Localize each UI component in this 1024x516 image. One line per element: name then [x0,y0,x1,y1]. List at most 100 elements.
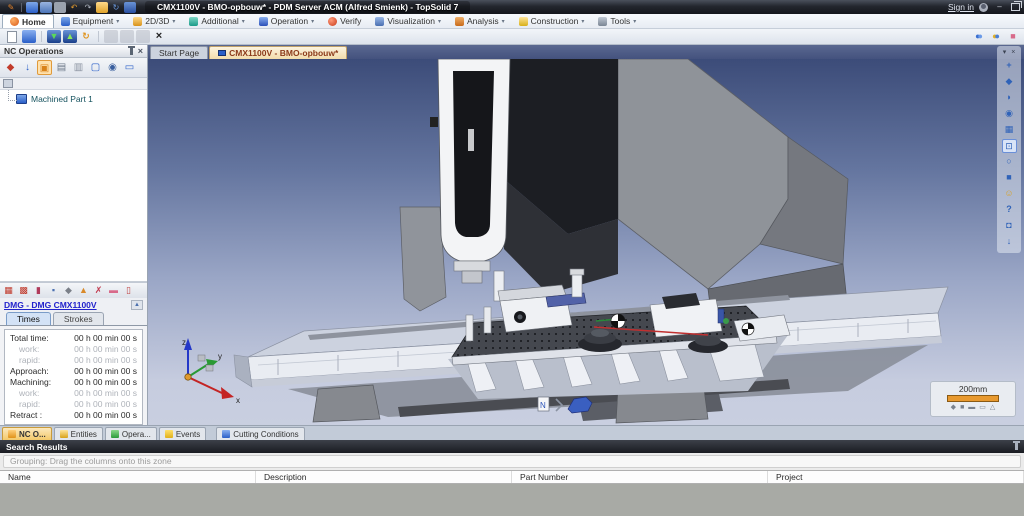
briefcase-icon[interactable] [124,2,136,13]
column-header-name[interactable]: Name [0,471,256,483]
routing-icon[interactable]: ▦ [2,284,15,297]
fit-view-icon[interactable]: ↓ [1002,235,1017,249]
zoom-region-icon[interactable]: ⊡ [1002,139,1017,153]
check-out-icon[interactable]: ▲ [63,30,77,43]
tooling-icon[interactable]: ◆ [3,60,18,75]
help-icon[interactable]: ? [1002,203,1017,217]
multi-view-icon[interactable]: ▦ [1002,123,1017,137]
print-icon[interactable] [54,2,66,13]
sign-in-link[interactable]: Sign in [948,2,974,12]
edit-pencil-icon[interactable]: ✎ [5,2,17,13]
view-orientation-icon[interactable]: ◆ [1002,75,1017,89]
3d-viewport[interactable]: z y x N 200mm ◆ ■ ▬ [148,59,1024,425]
tab-entities[interactable]: Entities [54,427,103,440]
operation-tree-icon[interactable]: ▩ [17,284,30,297]
toolbar-close-icon[interactable]: × [1011,49,1015,56]
copy-icon[interactable] [104,30,118,43]
tab-operation[interactable]: Operation▾ [252,14,321,28]
tab-visualization[interactable]: Visualization▾ [368,14,448,28]
machine-icon[interactable]: ▤ [54,60,69,75]
save-all-icon[interactable] [40,2,52,13]
tab-construction[interactable]: Construction▾ [512,14,592,28]
collapse-up-icon[interactable]: ▲ [131,300,143,310]
tab-start-page[interactable]: Start Page [150,46,208,59]
view-box-icon[interactable]: ■ [960,404,964,411]
open-document-icon[interactable] [22,30,36,43]
column-header-part-number[interactable]: Part Number [512,471,768,483]
redo-icon[interactable]: ↷ [82,2,94,13]
view-pan-icon[interactable]: ▬ [968,404,975,411]
paste-icon[interactable] [136,30,150,43]
tab-2d3d[interactable]: 2D/3D▾ [126,14,182,28]
duplicate-icon[interactable] [120,30,134,43]
probe-icon[interactable]: ▲ [77,284,90,297]
tab-additional[interactable]: Additional▾ [182,14,251,28]
tools-small-icon[interactable]: ◆ [62,284,75,297]
tab-nc-operations[interactable]: NC O... [2,427,52,440]
pin-icon[interactable] [130,48,133,55]
column-header-project[interactable]: Project [768,471,1024,483]
annotation-face-icon[interactable]: ☺ [1002,187,1017,201]
pin-icon[interactable] [1015,443,1018,450]
grouping-zone[interactable]: Grouping: Drag the columns onto this zon… [0,453,1024,470]
flags-icon[interactable]: ▮ [32,284,45,297]
tab-times[interactable]: Times [6,312,51,325]
refresh-icon[interactable]: ↻ [110,2,122,13]
minimize-button[interactable]: – [993,2,1006,12]
zoom-icon[interactable]: ○ [1002,155,1017,169]
dropdown-arrow-icon[interactable]: ▾ [581,18,584,25]
save-icon[interactable] [26,2,38,13]
dropdown-arrow-icon[interactable]: ▾ [242,18,245,25]
dropdown-arrow-icon[interactable]: ▾ [116,18,119,25]
dropdown-arrow-icon[interactable]: ▾ [633,18,636,25]
machine-small-icon[interactable]: ▪ [47,284,60,297]
undo-icon[interactable]: ↶ [68,2,80,13]
close-icon[interactable]: × [138,47,143,55]
view-axis-icon[interactable]: △ [990,404,995,411]
synchronize-icon[interactable]: ↻ [79,30,93,43]
stock-icon[interactable]: ▢ [88,60,103,75]
toolbar-menu-icon[interactable]: ▾ [1003,48,1007,56]
restore-button[interactable] [1011,3,1020,11]
delete-icon[interactable]: × [152,30,166,43]
tab-equipment[interactable]: Equipment▾ [54,14,127,28]
grid-icon[interactable] [3,79,13,88]
search-binoculars-icon[interactable]: ◉ [105,60,120,75]
post-process-icon[interactable]: ▥ [71,60,86,75]
tab-events[interactable]: Events [159,427,206,440]
view-corner-icon[interactable]: ▭ [979,404,986,411]
tab-verify[interactable]: Verify [321,14,368,28]
dropdown-arrow-icon[interactable]: ▾ [172,18,175,25]
check-in-icon[interactable]: ▼ [47,30,61,43]
insert-operation-icon[interactable]: ↓ [20,60,35,75]
panels-icon[interactable]: ▭ [122,60,137,75]
simulation-icon[interactable]: ▣ [37,60,52,75]
section-icon[interactable]: ◘ [1002,219,1017,233]
tab-tools[interactable]: Tools▾ [591,14,643,28]
camera-icon[interactable]: ◗ [1002,91,1017,105]
column-header-description[interactable]: Description [256,471,512,483]
settings-icon[interactable]: ■ [1006,30,1020,43]
view-cube-icon[interactable]: ◆ [951,404,956,411]
user-account-icon[interactable] [979,3,988,12]
dropdown-arrow-icon[interactable]: ▾ [311,18,314,25]
door-icon[interactable]: ▯ [122,284,135,297]
tab-active-document[interactable]: CMX1100V - BMO-opbouw* [209,46,347,59]
new-document-icon[interactable] [7,31,17,43]
dropdown-arrow-icon[interactable]: ▾ [438,18,441,25]
tab-cutting-conditions[interactable]: Cutting Conditions [216,427,304,440]
pliers-icon[interactable]: ✗ [92,284,105,297]
tab-home[interactable]: Home [2,14,54,28]
options-gears-icon[interactable]: ●● [972,30,986,43]
add-point-icon[interactable]: + [1002,59,1017,73]
render-spheres-icon[interactable]: ◉ [1002,107,1017,121]
isometric-cube-icon[interactable]: ■ [1002,171,1017,185]
tab-analysis[interactable]: Analysis▾ [448,14,512,28]
tab-strokes[interactable]: Strokes [53,312,104,325]
tab-operations[interactable]: Opera... [105,427,157,440]
customize-gears-icon[interactable]: ●● [989,30,1003,43]
dropdown-arrow-icon[interactable]: ▾ [502,18,505,25]
machine-link[interactable]: DMG - DMG CMX1100V [4,300,97,310]
clamp-icon[interactable]: ▬ [107,284,120,297]
tree-item-machined-part[interactable]: Machined Part 1 [6,94,147,104]
